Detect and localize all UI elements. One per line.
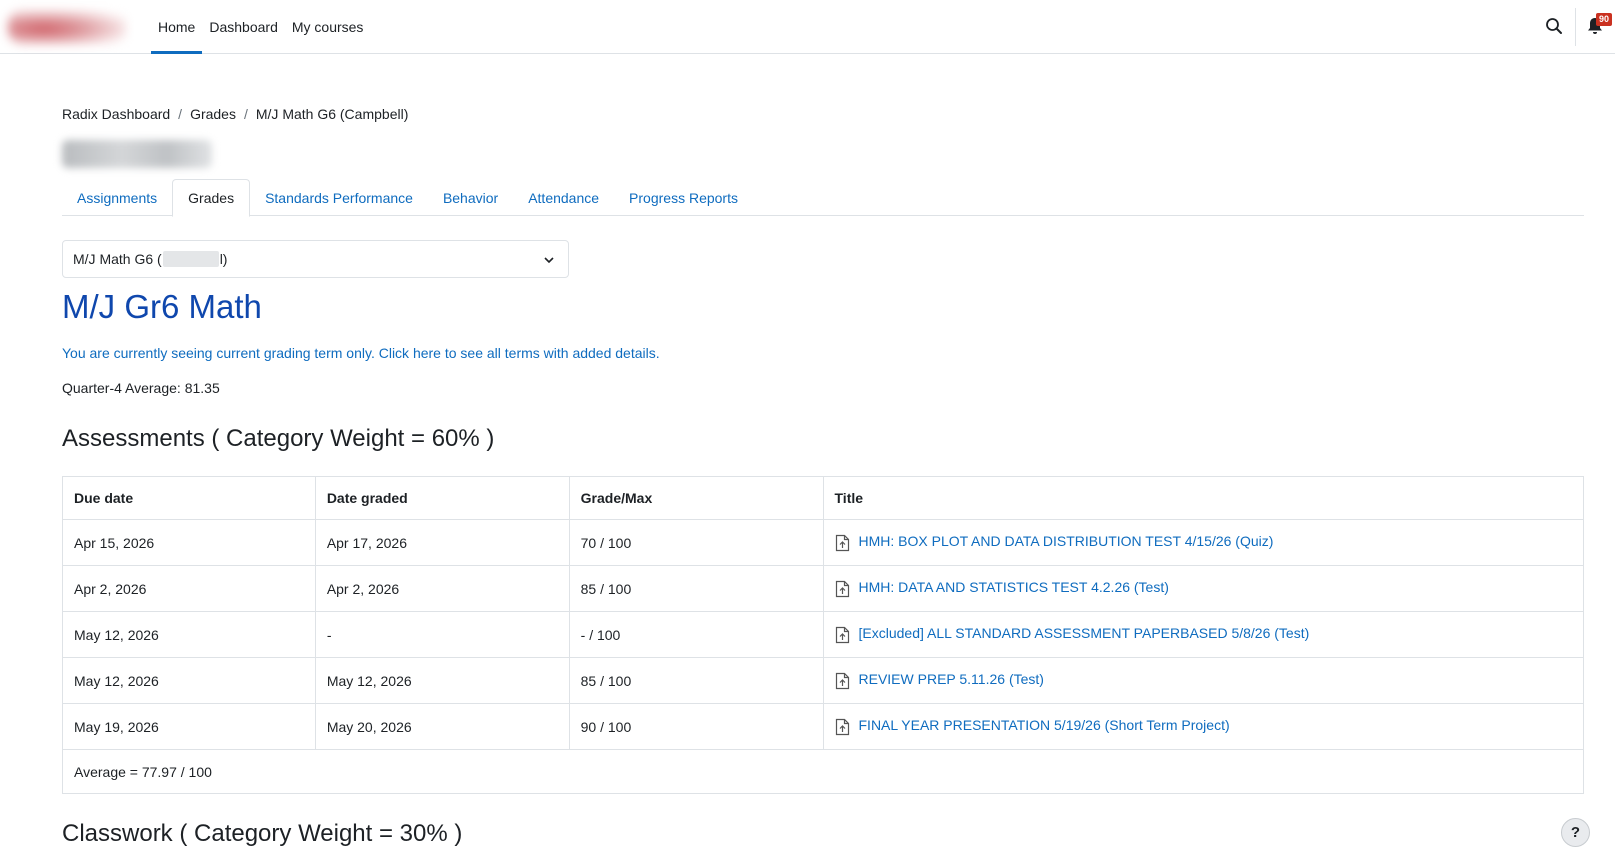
breadcrumb-current-course: M/J Math G6 (Campbell) (255, 106, 409, 122)
assignment-upload-icon (835, 718, 849, 735)
title-cell: FINAL YEAR PRESENTATION 5/19/26 (Short T… (822, 703, 1584, 750)
column-header-date-graded: Date graded (314, 476, 570, 520)
help-button[interactable]: ? (1561, 818, 1590, 847)
breadcrumb-separator: / (243, 106, 248, 122)
nav-divider (1575, 8, 1576, 46)
column-header-grade-max: Grade/Max (568, 476, 824, 520)
column-header-due-date: Due date (62, 476, 316, 520)
grade-cell: 90 / 100 (568, 703, 824, 750)
tab-assignments[interactable]: Assignments (62, 179, 172, 216)
notification-count-badge: 90 (1596, 13, 1612, 26)
top-navbar: Home Dashboard My courses 90 (0, 0, 1615, 54)
breadcrumb: Radix Dashboard / Grades / M/J Math G6 (… (62, 106, 408, 122)
grade-cell: 85 / 100 (568, 657, 824, 704)
course-select-prefix: M/J Math G6 ( (73, 251, 162, 267)
course-select-suffix: l) (219, 251, 228, 267)
column-header-title: Title (822, 476, 1584, 520)
assignment-title-link[interactable]: HMH: DATA AND STATISTICS TEST 4.2.26 (Te… (859, 579, 1169, 595)
due-date-cell: May 19, 2026 (62, 703, 316, 750)
assignment-title-link[interactable]: HMH: BOX PLOT AND DATA DISTRIBUTION TEST… (859, 533, 1274, 549)
course-select-redacted (162, 251, 219, 267)
assessments-table: Due date Date graded Grade/Max Title Apr… (62, 476, 1584, 794)
breadcrumb-grades[interactable]: Grades (190, 106, 236, 122)
table-row: May 19, 2026 May 20, 2026 90 / 100 FINAL… (62, 703, 1584, 750)
tab-behavior[interactable]: Behavior (428, 179, 513, 216)
breadcrumb-radix-dashboard[interactable]: Radix Dashboard (62, 106, 170, 122)
due-date-cell: Apr 2, 2026 (62, 565, 316, 612)
assignment-title-link[interactable]: FINAL YEAR PRESENTATION 5/19/26 (Short T… (859, 717, 1230, 733)
table-header-row: Due date Date graded Grade/Max Title (62, 476, 1584, 520)
tab-attendance[interactable]: Attendance (513, 179, 614, 216)
title-cell: REVIEW PREP 5.11.26 (Test) (822, 657, 1584, 704)
due-date-cell: May 12, 2026 (62, 611, 316, 658)
classwork-heading: Classwork ( Category Weight = 30% ) (62, 820, 463, 847)
assignment-upload-icon (835, 580, 849, 597)
title-cell: [Excluded] ALL STANDARD ASSESSMENT PAPER… (822, 611, 1584, 658)
tab-standards-performance[interactable]: Standards Performance (250, 179, 428, 216)
assignment-upload-icon (835, 534, 849, 551)
grade-cell: 85 / 100 (568, 565, 824, 612)
date-graded-cell: - (314, 611, 570, 658)
table-row: Apr 15, 2026 Apr 17, 2026 70 / 100 HMH: … (62, 519, 1584, 566)
title-cell: HMH: DATA AND STATISTICS TEST 4.2.26 (Te… (822, 565, 1584, 612)
average-row: Average = 77.97 / 100 (62, 749, 1584, 794)
all-terms-link[interactable]: You are currently seeing current grading… (62, 345, 660, 361)
quarter-average: Quarter-4 Average: 81.35 (62, 380, 220, 396)
grade-tabs: Assignments Grades Standards Performance… (62, 179, 1584, 217)
date-graded-cell: Apr 17, 2026 (314, 519, 570, 566)
tab-grades[interactable]: Grades (172, 179, 251, 217)
due-date-cell: Apr 15, 2026 (62, 519, 316, 566)
breadcrumb-separator: / (178, 106, 183, 122)
course-select[interactable]: M/J Math G6 ( l) (62, 240, 569, 278)
table-row: Apr 2, 2026 Apr 2, 2026 85 / 100 HMH: DA… (62, 565, 1584, 612)
assignment-title-link[interactable]: REVIEW PREP 5.11.26 (Test) (859, 671, 1044, 687)
assessments-heading: Assessments ( Category Weight = 60% ) (62, 425, 495, 452)
tab-progress-reports[interactable]: Progress Reports (614, 179, 753, 216)
assessments-average: Average = 77.97 / 100 (62, 749, 1584, 794)
nav-home[interactable]: Home (151, 0, 203, 54)
student-name-redacted (62, 140, 212, 168)
grade-cell: 70 / 100 (568, 519, 824, 566)
primary-navigation: Home Dashboard My courses (151, 0, 370, 54)
date-graded-cell: May 12, 2026 (314, 657, 570, 704)
grade-cell: - / 100 (568, 611, 824, 658)
assignment-title-link[interactable]: [Excluded] ALL STANDARD ASSESSMENT PAPER… (859, 625, 1310, 641)
nav-dashboard[interactable]: Dashboard (202, 0, 285, 54)
course-title: M/J Gr6 Math (62, 288, 262, 325)
table-row: May 12, 2026 May 12, 2026 85 / 100 REVIE… (62, 657, 1584, 704)
assignment-upload-icon (835, 626, 849, 643)
date-graded-cell: May 20, 2026 (314, 703, 570, 750)
assignment-upload-icon (835, 672, 849, 689)
chevron-down-icon (544, 257, 554, 264)
nav-my-courses[interactable]: My courses (285, 0, 371, 54)
title-cell: HMH: BOX PLOT AND DATA DISTRIBUTION TEST… (822, 519, 1584, 566)
search-icon[interactable] (1545, 17, 1563, 35)
date-graded-cell: Apr 2, 2026 (314, 565, 570, 612)
table-row: May 12, 2026 - - / 100 [Excluded] ALL ST… (62, 611, 1584, 658)
due-date-cell: May 12, 2026 (62, 657, 316, 704)
site-logo[interactable] (0, 0, 134, 54)
